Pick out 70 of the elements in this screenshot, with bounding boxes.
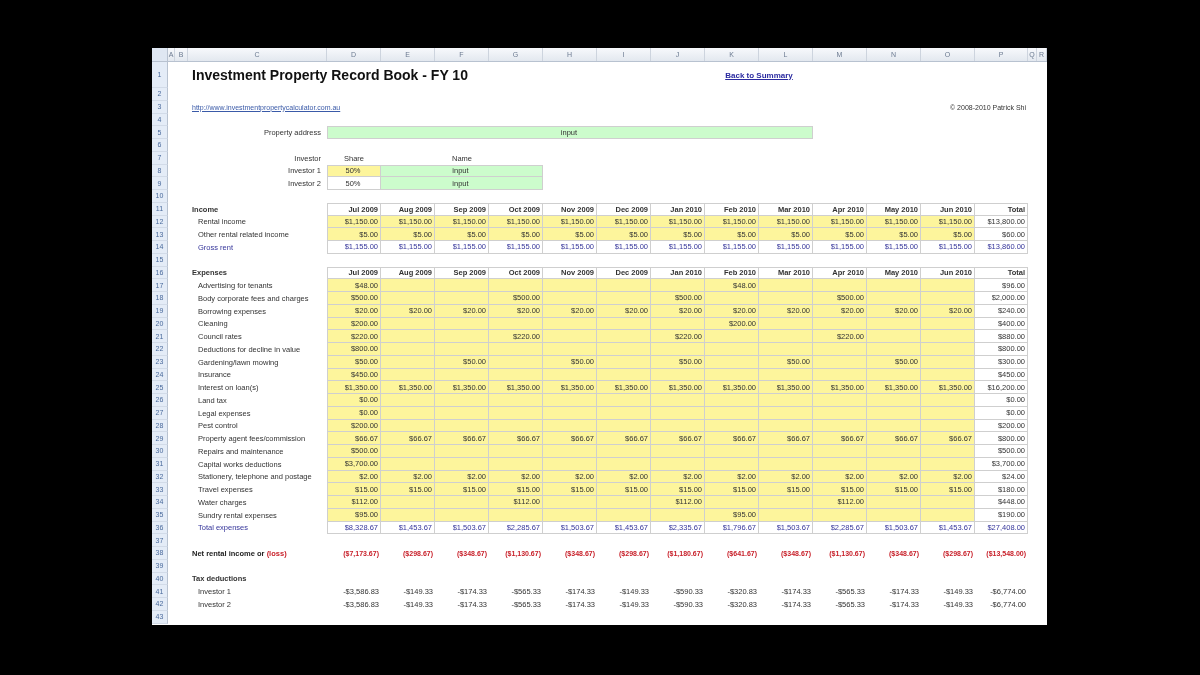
table-cell[interactable] bbox=[813, 343, 867, 356]
table-cell[interactable] bbox=[759, 496, 813, 509]
table-cell[interactable] bbox=[921, 330, 975, 343]
table-cell[interactable] bbox=[759, 292, 813, 305]
table-cell[interactable] bbox=[651, 279, 705, 292]
table-cell[interactable] bbox=[435, 496, 489, 509]
table-cell[interactable] bbox=[867, 445, 921, 458]
table-cell[interactable] bbox=[543, 445, 597, 458]
table-cell[interactable] bbox=[759, 343, 813, 356]
table-cell[interactable] bbox=[759, 394, 813, 407]
table-cell[interactable] bbox=[651, 445, 705, 458]
table-cell[interactable] bbox=[435, 445, 489, 458]
table-cell[interactable] bbox=[489, 394, 543, 407]
table-cell[interactable] bbox=[381, 343, 435, 356]
table-cell[interactable] bbox=[921, 496, 975, 509]
table-cell[interactable] bbox=[435, 394, 489, 407]
table-cell[interactable] bbox=[921, 279, 975, 292]
table-cell[interactable] bbox=[435, 343, 489, 356]
table-cell[interactable] bbox=[597, 292, 651, 305]
table-cell[interactable] bbox=[705, 330, 759, 343]
table-cell[interactable] bbox=[651, 343, 705, 356]
table-cell[interactable] bbox=[597, 279, 651, 292]
table-cell[interactable] bbox=[489, 343, 543, 356]
table-cell[interactable] bbox=[597, 445, 651, 458]
table-cell[interactable] bbox=[543, 343, 597, 356]
table-cell[interactable] bbox=[921, 445, 975, 458]
table-cell[interactable] bbox=[867, 394, 921, 407]
table-cell[interactable] bbox=[867, 343, 921, 356]
table-cell[interactable] bbox=[381, 496, 435, 509]
table-cell[interactable] bbox=[381, 292, 435, 305]
table-cell[interactable] bbox=[813, 279, 867, 292]
table-cell[interactable] bbox=[597, 330, 651, 343]
table-cell[interactable] bbox=[705, 343, 759, 356]
table-cell[interactable] bbox=[543, 292, 597, 305]
table-cell[interactable] bbox=[759, 279, 813, 292]
table-cell[interactable] bbox=[543, 394, 597, 407]
table-cell[interactable] bbox=[435, 330, 489, 343]
table-cell[interactable] bbox=[867, 330, 921, 343]
table-cell[interactable] bbox=[921, 292, 975, 305]
table-cell[interactable] bbox=[813, 445, 867, 458]
table-cell[interactable] bbox=[705, 496, 759, 509]
table-cell[interactable] bbox=[867, 292, 921, 305]
table-cell[interactable] bbox=[921, 394, 975, 407]
table-cell[interactable] bbox=[759, 445, 813, 458]
table-cell[interactable] bbox=[921, 343, 975, 356]
select-all-button[interactable] bbox=[152, 48, 168, 61]
table-cell[interactable] bbox=[381, 394, 435, 407]
sheet-title: Investment Property Record Book - FY 10 bbox=[191, 67, 468, 83]
table-cell[interactable] bbox=[867, 496, 921, 509]
table-cell[interactable] bbox=[489, 445, 543, 458]
table-cell[interactable] bbox=[435, 292, 489, 305]
table-cell[interactable] bbox=[543, 330, 597, 343]
table-cell[interactable] bbox=[705, 292, 759, 305]
table-cell[interactable] bbox=[381, 330, 435, 343]
table-cell[interactable] bbox=[867, 279, 921, 292]
back-link[interactable]: Back to Summary bbox=[725, 70, 793, 80]
table-cell[interactable] bbox=[543, 496, 597, 509]
table-cell[interactable] bbox=[435, 279, 489, 292]
table-cell[interactable] bbox=[813, 394, 867, 407]
table-cell[interactable] bbox=[705, 394, 759, 407]
table-cell[interactable] bbox=[759, 330, 813, 343]
table-cell[interactable] bbox=[597, 496, 651, 509]
table-cell[interactable] bbox=[705, 445, 759, 458]
table-cell[interactable] bbox=[381, 445, 435, 458]
table-cell[interactable] bbox=[543, 279, 597, 292]
table-cell[interactable] bbox=[381, 279, 435, 292]
table-cell[interactable] bbox=[651, 394, 705, 407]
table-cell[interactable] bbox=[597, 343, 651, 356]
table-cell[interactable] bbox=[597, 394, 651, 407]
table-cell[interactable] bbox=[489, 279, 543, 292]
